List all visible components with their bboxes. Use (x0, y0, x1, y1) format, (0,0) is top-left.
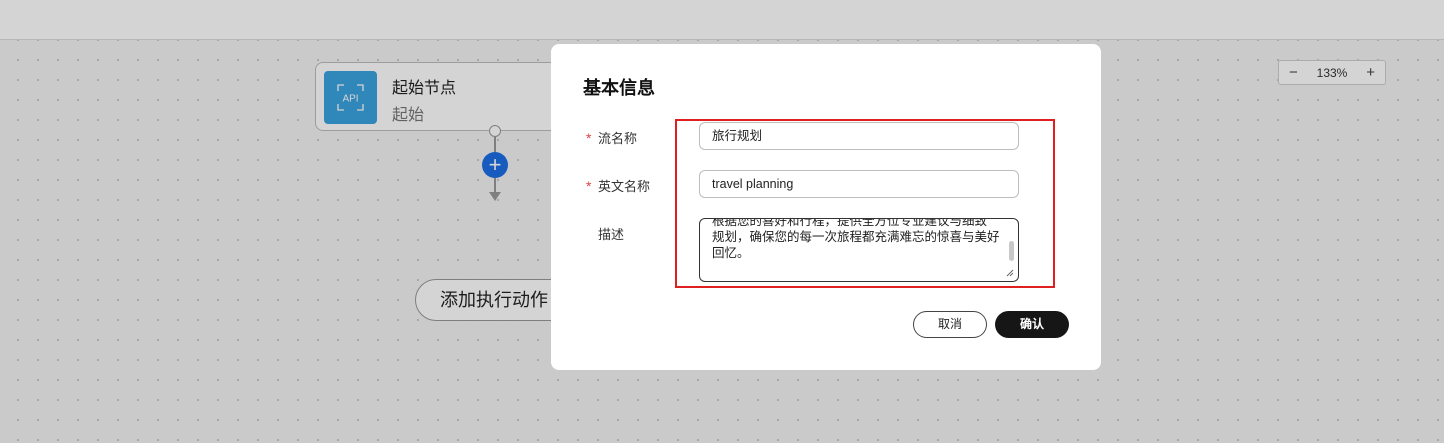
highlight-box (675, 119, 1055, 288)
required-mark: * (586, 130, 592, 146)
description-label: 描述 (598, 227, 625, 242)
confirm-button[interactable]: 确认 (995, 311, 1069, 338)
required-mark: * (586, 178, 592, 194)
flow-name-label: 流名称 (598, 131, 638, 146)
english-name-label: 英文名称 (598, 179, 651, 194)
dialog-title: 基本信息 (583, 78, 655, 98)
cancel-button[interactable]: 取消 (913, 311, 987, 338)
basic-info-dialog: 基本信息 * 流名称 旅行规划 * 英文名称 travel planning 描… (551, 44, 1101, 370)
